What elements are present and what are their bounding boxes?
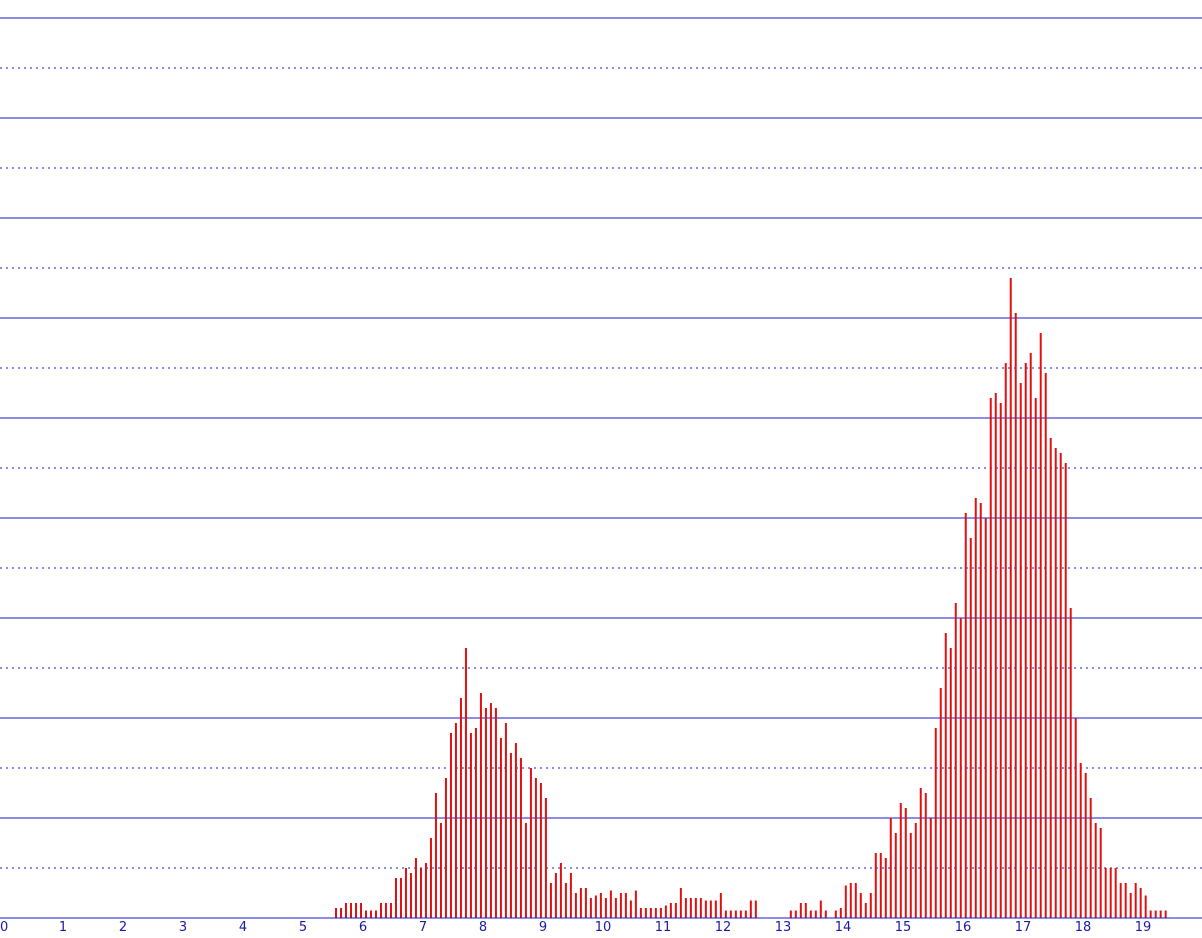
x-tick-label: 13 <box>775 920 792 935</box>
x-tick-label: 1 <box>59 920 67 935</box>
x-tick-label: 3 <box>179 920 187 935</box>
x-tick-label: 14 <box>835 920 852 935</box>
x-tick-label: 18 <box>1075 920 1092 935</box>
x-tick-label: 11 <box>655 920 672 935</box>
x-tick-label: 9 <box>539 920 547 935</box>
x-tick-label: 4 <box>239 920 247 935</box>
x-tick-label: 10 <box>595 920 612 935</box>
x-tick-label: 5 <box>299 920 307 935</box>
x-tick-label: 0 <box>0 920 8 935</box>
x-tick-label: 15 <box>895 920 912 935</box>
x-tick-label: 8 <box>479 920 487 935</box>
x-tick-label: 16 <box>955 920 972 935</box>
x-axis-tick-labels: 0 1 2 3 4 5 6 7 8 9 10 11 12 13 14 15 16 17 18 19 <box>0 920 1151 935</box>
x-tick-label: 19 <box>1135 920 1152 935</box>
histogram-chart: 0 1 2 3 4 5 6 7 8 9 10 11 12 13 14 15 16 17 18 19 <box>0 17 1202 935</box>
x-tick-label: 17 <box>1015 920 1032 935</box>
x-tick-label: 12 <box>715 920 732 935</box>
bar-series <box>335 278 1167 918</box>
x-tick-label: 2 <box>119 920 127 935</box>
x-tick-label: 7 <box>419 920 427 935</box>
x-tick-label: 6 <box>359 920 367 935</box>
